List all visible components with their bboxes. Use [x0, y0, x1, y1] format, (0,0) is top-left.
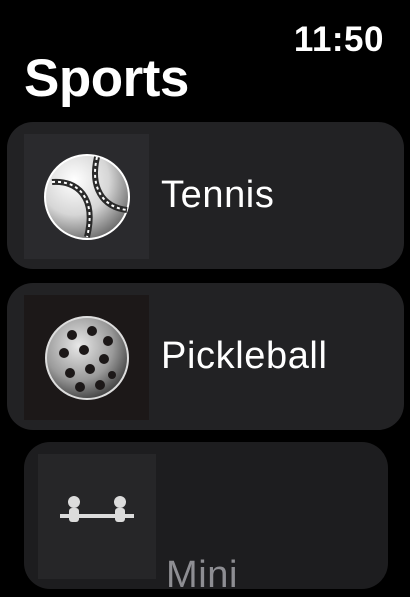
list-item-label: Pickleball — [161, 335, 328, 377]
list-item-pickleball[interactable]: Pickleball — [7, 283, 404, 430]
list-item-label: Tennis — [161, 174, 275, 216]
list-item-label: Mini — [166, 554, 239, 596]
page-title: Sports — [24, 49, 189, 108]
status-time: 11:50 — [293, 20, 384, 59]
list-item-mini[interactable]: Mini — [24, 442, 388, 596]
foosball-icon — [38, 454, 156, 579]
tennis-ball-icon — [24, 134, 149, 259]
pickleball-icon — [24, 295, 149, 420]
list-item-tennis[interactable]: Tennis — [7, 122, 404, 269]
